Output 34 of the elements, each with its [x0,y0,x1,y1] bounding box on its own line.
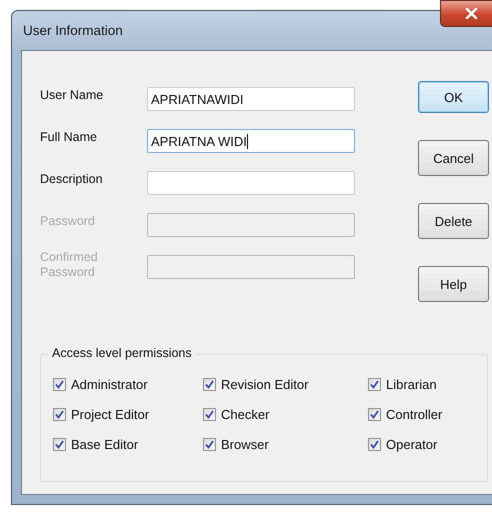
checkbox-label[interactable]: Browser [221,437,269,452]
dialog-button[interactable]: OK [418,81,489,113]
checkbox-label[interactable]: Base Editor [71,437,138,452]
checkbox[interactable] [203,378,216,391]
dialog-button[interactable]: Delete [418,203,489,239]
checkbox[interactable] [368,408,381,421]
field-label: Description [40,171,104,187]
checkbox[interactable] [203,408,216,421]
dialog-button[interactable]: Help [418,266,489,302]
field-label: User Name [40,87,104,103]
group-title: Access level permissions [49,346,195,360]
window-title: User Information [23,23,123,38]
checkbox-label[interactable]: Librarian [386,377,437,392]
checkbox-label[interactable]: Project Editor [71,407,150,422]
close-button[interactable] [440,0,492,27]
checkbox-label[interactable]: Revision Editor [221,377,308,392]
input-field[interactable]: APRIATNA WIDI [147,129,355,153]
checkbox-label[interactable]: Controller [386,407,442,422]
checkbox[interactable] [53,378,66,391]
dialog-button[interactable]: Cancel [418,140,489,176]
checkbox[interactable] [368,438,381,451]
checkbox-label[interactable]: Checker [221,407,270,422]
field-label: Confirmed Password [40,249,99,280]
checkbox[interactable] [53,438,66,451]
checkbox-label[interactable]: Administrator [71,377,148,392]
checkbox[interactable] [368,378,381,391]
field-label: Full Name [40,129,98,145]
checkbox[interactable] [203,438,216,451]
checkbox-label[interactable]: Operator [386,437,438,452]
input-field[interactable]: APRIATNAWIDI [147,87,355,111]
input-field[interactable] [147,171,355,195]
field-label: Password [40,213,96,229]
checkbox[interactable] [53,408,66,421]
close-icon [464,8,478,19]
